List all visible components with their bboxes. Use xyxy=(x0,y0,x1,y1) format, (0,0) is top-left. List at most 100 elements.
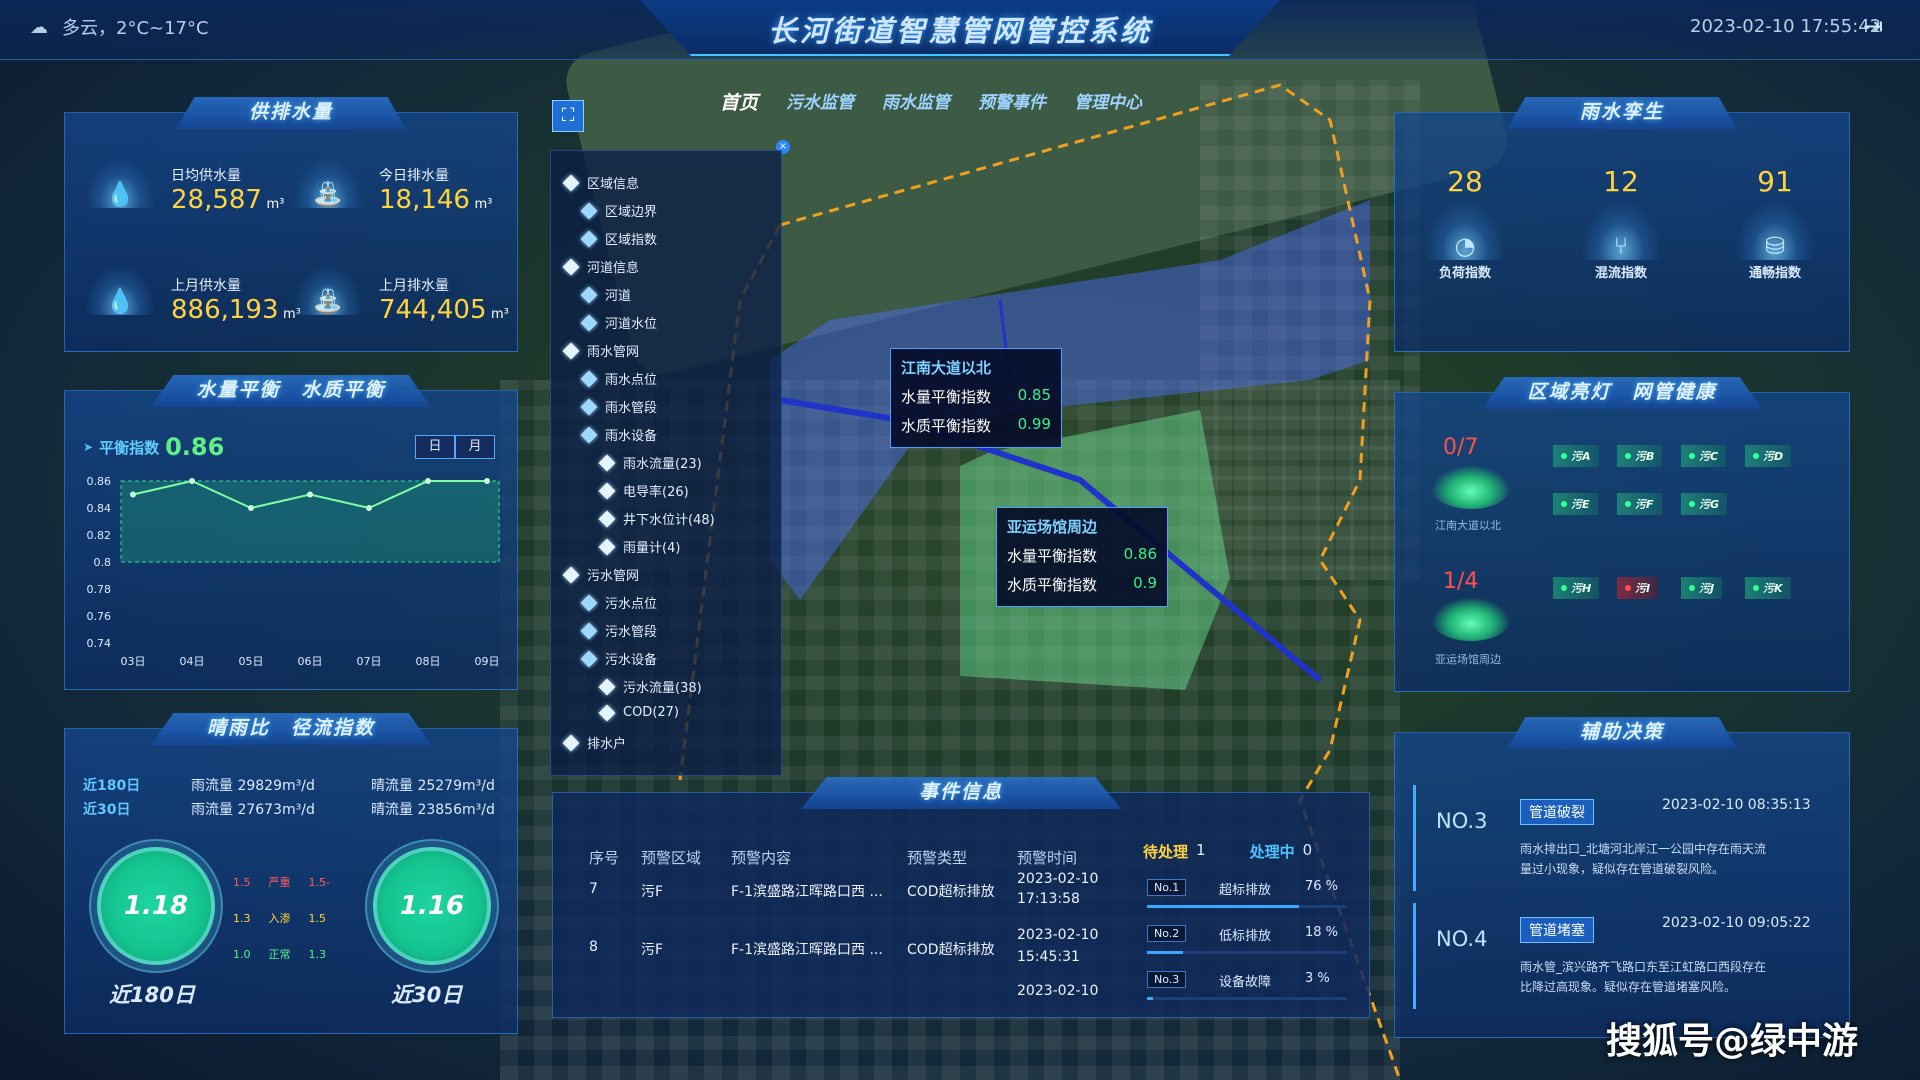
month-supply-value: 886,193 xyxy=(171,295,279,325)
decision-item[interactable]: NO.3 管道破裂 2023-02-10 08:35:13 雨水排出口_北塘河北… xyxy=(1413,785,1833,891)
legend-label: 严重 xyxy=(268,876,291,889)
data-point[interactable] xyxy=(484,478,490,484)
tree-item[interactable]: 雨水管段 xyxy=(580,397,657,416)
legend-value: 1.0 xyxy=(233,948,251,961)
ratio-b: 1/4 xyxy=(1443,569,1479,594)
tree-item[interactable]: 排水户 xyxy=(562,733,626,752)
cell-content: F-1滨盛路江晖路口西 ... xyxy=(731,884,883,900)
data-point[interactable] xyxy=(425,478,431,484)
tree-item-label: 雨水设备 xyxy=(605,429,658,444)
data-point[interactable] xyxy=(248,505,254,511)
flow-index[interactable]: 91 ⛁ 通畅指数 xyxy=(1735,165,1815,281)
lamp-badge[interactable]: 污E xyxy=(1553,493,1598,515)
cell-area: 污F xyxy=(641,884,664,900)
decision-item[interactable]: NO.4 管道堵塞 2023-02-10 09:05:22 雨水管_滨兴路齐飞路… xyxy=(1413,903,1833,1009)
tab-rainwater[interactable]: 雨水监管 xyxy=(882,88,950,115)
x-tick-label: 06日 xyxy=(298,655,323,668)
tree-item[interactable]: 区域边界 xyxy=(580,201,657,220)
tab-home[interactable]: 首页 xyxy=(720,88,758,115)
tree-item[interactable]: 河道 xyxy=(580,285,631,304)
data-point[interactable] xyxy=(189,478,195,484)
tree-item[interactable]: 雨水设备 xyxy=(580,425,658,444)
lamp-label: 污H xyxy=(1571,582,1592,595)
tree-item[interactable]: 污水点位 xyxy=(580,593,657,612)
lamp-label: 污K xyxy=(1763,582,1783,595)
tree-item[interactable]: 区域指数 xyxy=(580,229,657,248)
datetime: 2023-02-10 17:55:42 xyxy=(1690,16,1882,37)
lights-title: 区域亮灯 网管健康 xyxy=(1482,377,1762,409)
data-point[interactable] xyxy=(366,505,372,511)
tree-item[interactable]: 污水管网 xyxy=(562,565,639,584)
tree-item[interactable]: 雨水点位 xyxy=(580,369,657,388)
rank-track xyxy=(1147,997,1347,1000)
load-index[interactable]: 28 ◔ 负荷指数 xyxy=(1425,165,1505,281)
cell-type: COD超标排放 xyxy=(907,942,995,958)
day-toggle[interactable]: 日 xyxy=(415,435,455,459)
legend-label: 正常 xyxy=(268,948,291,961)
cell-no: 7 xyxy=(589,881,598,897)
balance-index-value: 0.86 xyxy=(165,433,225,461)
tree-item[interactable]: 电导率(26) xyxy=(598,481,689,500)
flow-index-label: 通畅指数 xyxy=(1748,266,1801,281)
decision-time: 2023-02-10 09:05:22 xyxy=(1662,915,1811,931)
tree-item[interactable]: 雨量计(4) xyxy=(598,537,680,556)
tree-item[interactable]: 污水管段 xyxy=(580,621,657,640)
y-tick-label: 0.84 xyxy=(87,502,112,515)
diamond-icon xyxy=(598,678,616,695)
tree-item[interactable]: 雨水流量(23) xyxy=(598,453,702,472)
tree-item[interactable]: 污水流量(38) xyxy=(598,677,702,696)
clear-flow-180: 晴流量 25279m³/d xyxy=(371,778,495,794)
lamp-badge[interactable]: 污I xyxy=(1617,577,1659,599)
ratio-legend: 1.5 严重 1.5- 1.3 入渗 1.5 1.0 正常 1.3 xyxy=(233,865,330,973)
legend-label: 入渗 xyxy=(268,912,291,925)
clear-flow-30: 晴流量 23856m³/d xyxy=(371,802,495,818)
tree-item[interactable]: 区域信息 xyxy=(562,173,639,192)
lamp-badge[interactable]: 污D xyxy=(1745,445,1792,467)
lamp-badge[interactable]: 污C xyxy=(1681,445,1727,467)
lamp-badge[interactable]: 污G xyxy=(1681,493,1728,515)
lamp-badge[interactable]: 污H xyxy=(1553,577,1600,599)
data-point[interactable] xyxy=(130,491,136,498)
tree-item[interactable]: 污水设备 xyxy=(580,649,657,668)
balance-index-label: 平衡指数 xyxy=(99,438,160,457)
status-dot-icon xyxy=(1753,585,1759,591)
rank-fill xyxy=(1147,951,1183,954)
lamp-badge[interactable]: 污F xyxy=(1617,493,1662,515)
lamp-badge[interactable]: 污K xyxy=(1745,577,1791,599)
month-drain-label: 上月排水量 xyxy=(379,278,449,294)
month-toggle[interactable]: 月 xyxy=(455,435,495,459)
logout-icon[interactable]: ⇥ xyxy=(1858,12,1888,40)
flow-index-value: 91 xyxy=(1757,165,1793,198)
lamp-badge[interactable]: 污A xyxy=(1553,445,1599,467)
diamond-icon xyxy=(580,314,598,331)
tab-alerts[interactable]: 预警事件 xyxy=(978,88,1046,115)
tree-item-label: 河道信息 xyxy=(587,261,640,276)
col-area: 预警区域 xyxy=(641,849,702,867)
lamp-badge[interactable]: 污J xyxy=(1681,577,1723,599)
mix-index[interactable]: 12 ⑂ 混流指数 xyxy=(1581,165,1661,281)
tree-item[interactable]: 河道信息 xyxy=(562,257,640,276)
cell-date: 2023-02-10 xyxy=(1017,983,1099,999)
tab-management[interactable]: 管理中心 xyxy=(1074,88,1142,115)
drain-pipe-icon: ⛲ xyxy=(293,265,363,315)
lamp-badge[interactable]: 污B xyxy=(1617,445,1663,467)
tab-sewage[interactable]: 污水监管 xyxy=(786,88,854,115)
area-b-name: 亚运场馆周边 xyxy=(1435,653,1501,666)
tree-item[interactable]: 河道水位 xyxy=(580,313,657,332)
legend-value: 1.3 xyxy=(233,912,251,925)
today-drain-label: 今日排水量 xyxy=(379,168,449,184)
daily-supply-value: 28,587 xyxy=(171,185,262,215)
rank-row: No.3 设备故障 3 % xyxy=(1147,971,1347,1007)
tree-item[interactable]: COD(27) xyxy=(598,704,679,721)
decision-title: 辅助决策 xyxy=(1507,717,1737,749)
month-supply-label: 上月供水量 xyxy=(171,278,241,294)
y-tick-label: 0.8 xyxy=(94,556,112,569)
pipe-icon: ⛁ xyxy=(1735,200,1815,260)
tree-item[interactable]: 井下水位计(48) xyxy=(598,509,715,528)
data-point[interactable] xyxy=(307,491,313,498)
tree-item[interactable]: 雨水管网 xyxy=(562,341,639,360)
lamp-label: 污C xyxy=(1699,450,1719,463)
layer-toggle-icon[interactable]: ⛶ xyxy=(552,100,584,132)
diamond-icon xyxy=(562,342,580,359)
diamond-icon xyxy=(580,370,598,387)
